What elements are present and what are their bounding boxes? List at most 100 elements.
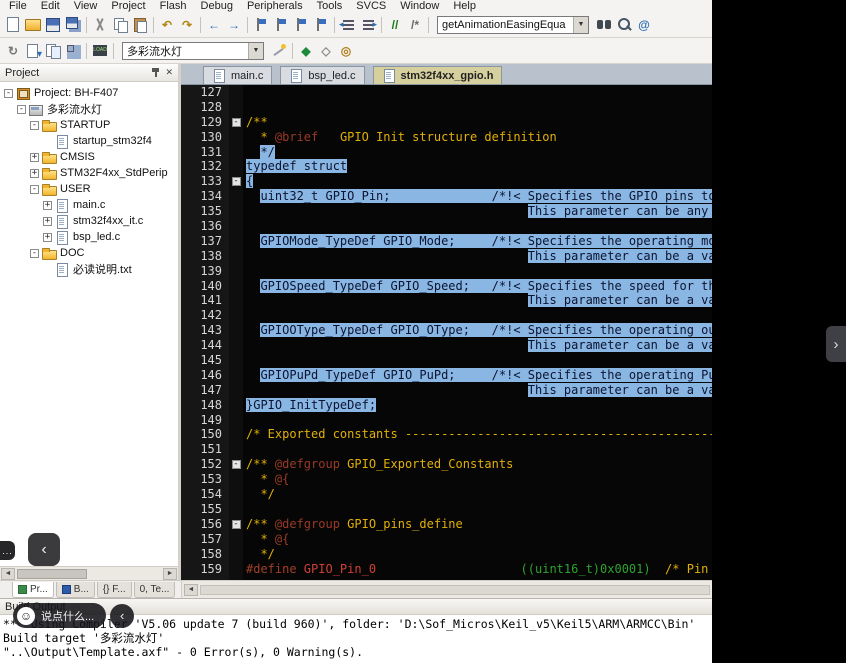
scroll-left-icon[interactable]: ◄	[1, 568, 15, 580]
expand-box-icon[interactable]: +	[30, 169, 39, 178]
code-line[interactable]: 156-/** @defgroup GPIO_pins_define	[181, 517, 712, 532]
code-line[interactable]: 128	[181, 100, 712, 115]
books-dock-tab[interactable]: B...	[56, 582, 95, 598]
diamond-outline-icon[interactable]: ◇	[317, 42, 335, 59]
menu-item-view[interactable]: View	[67, 0, 105, 12]
fold-marker[interactable]: -	[229, 457, 243, 472]
uncomment-icon[interactable]: /*	[406, 16, 424, 33]
tree-item[interactable]: +CMSIS	[0, 149, 178, 165]
code-line[interactable]: 159#define GPIO_Pin_0 ((uint16_t)0x0001)…	[181, 562, 712, 577]
code-line[interactable]: 134 uint32_t GPIO_Pin; /*!< Specifies th…	[181, 189, 712, 204]
menu-item-project[interactable]: Project	[104, 0, 152, 12]
menu-item-edit[interactable]: Edit	[34, 0, 67, 12]
menu-item-window[interactable]: Window	[393, 0, 446, 12]
code-line[interactable]: 150/* Exported constants ---------------…	[181, 427, 712, 442]
code-line[interactable]: 137 GPIOMode_TypeDef GPIO_Mode; /*!< Spe…	[181, 234, 712, 249]
tree-item[interactable]: -STARTUP	[0, 117, 178, 133]
scrollbar-thumb[interactable]	[17, 569, 87, 579]
scrollbar-track[interactable]	[200, 585, 710, 595]
menu-item-peripherals[interactable]: Peripherals	[240, 0, 310, 12]
tree-item[interactable]: -USER	[0, 181, 178, 197]
chevron-down-icon[interactable]: ▼	[573, 17, 588, 33]
tree-item[interactable]: startup_stm32f4	[0, 133, 178, 149]
project-panel-hscrollbar[interactable]: ◄ ►	[0, 566, 178, 580]
code-line[interactable]: 130 * @brief GPIO Init structure definit…	[181, 130, 712, 145]
code-line[interactable]: 127	[181, 85, 712, 100]
code-line[interactable]: 144 This parameter can be a value of @re…	[181, 338, 712, 353]
rebuild-icon[interactable]	[44, 42, 62, 59]
target-select[interactable]: 多彩流水灯 ▼	[122, 42, 264, 60]
code-line[interactable]: 158 */	[181, 547, 712, 562]
configure-icon[interactable]: @	[635, 16, 653, 33]
code-line[interactable]: 149	[181, 413, 712, 428]
search-term-combobox[interactable]: getAnimationEasingEqua ▼	[437, 16, 589, 34]
menu-item-file[interactable]: File	[2, 0, 34, 12]
editor-tab-stm32f4xx_gpio.h[interactable]: stm32f4xx_gpio.h	[373, 66, 503, 84]
fold-marker[interactable]: -	[229, 517, 243, 532]
diamond-green-icon[interactable]: ◆	[297, 42, 315, 59]
navigate-forward-icon[interactable]: →	[225, 16, 243, 33]
code-line[interactable]: 146 GPIOPuPd_TypeDef GPIO_PuPd; /*!< Spe…	[181, 368, 712, 383]
navigate-back-icon[interactable]: ←	[205, 16, 223, 33]
code-line[interactable]: 154 */	[181, 487, 712, 502]
code-line[interactable]: 129-/**	[181, 115, 712, 130]
editor-tab-bsp_led.c[interactable]: bsp_led.c	[280, 66, 364, 84]
code-line[interactable]: 148}GPIO_InitTypeDef;	[181, 398, 712, 413]
code-line[interactable]: 151	[181, 442, 712, 457]
code-line[interactable]: 147 This parameter can be a value of @re…	[181, 383, 712, 398]
tree-item[interactable]: +STM32F4xx_StdPerip	[0, 165, 178, 181]
code-line[interactable]: 157 * @{	[181, 532, 712, 547]
tree-item[interactable]: +bsp_led.c	[0, 229, 178, 245]
code-line[interactable]: 139	[181, 264, 712, 279]
menu-item-help[interactable]: Help	[446, 0, 483, 12]
chat-input-pill[interactable]: ☺ 说点什么...	[13, 603, 106, 628]
code-line[interactable]: 136	[181, 219, 712, 234]
code-line[interactable]: 145	[181, 353, 712, 368]
bookmark-clear-icon[interactable]	[312, 16, 330, 33]
cut-icon[interactable]	[91, 16, 109, 33]
close-icon[interactable]: ✕	[165, 67, 173, 78]
indent-right-icon[interactable]	[359, 16, 377, 33]
code-line[interactable]: 131 */	[181, 145, 712, 160]
target-badge-icon[interactable]: ◎	[337, 42, 355, 59]
expand-box-icon[interactable]: +	[43, 201, 52, 210]
code-area[interactable]: 127128129-/**130 * @brief GPIO Init stru…	[181, 85, 712, 580]
tree-item[interactable]: 必读说明.txt	[0, 261, 178, 277]
fold-marker[interactable]: -	[229, 174, 243, 189]
bookmark-next-icon[interactable]	[292, 16, 310, 33]
editor-hscrollbar[interactable]: ◄	[181, 581, 712, 598]
save-icon[interactable]	[44, 16, 62, 33]
code-line[interactable]: 142	[181, 308, 712, 323]
batch-build-icon[interactable]	[64, 42, 82, 59]
more-options-pill[interactable]: ...	[0, 541, 15, 560]
bookmark-prev-icon[interactable]	[272, 16, 290, 33]
collapse-box-icon[interactable]: -	[30, 121, 39, 130]
tree-item[interactable]: -Project: BH-F407	[0, 85, 178, 101]
collapse-box-icon[interactable]: -	[4, 89, 13, 98]
code-line[interactable]: 141 This parameter can be a value of @re…	[181, 293, 712, 308]
search-icon[interactable]	[615, 16, 633, 33]
code-line[interactable]: 135 This parameter can be any value of @…	[181, 204, 712, 219]
scroll-left-icon[interactable]: ◄	[184, 584, 198, 596]
find-in-files-icon[interactable]	[595, 16, 613, 33]
build-icon[interactable]	[24, 42, 42, 59]
expand-right-panel-button[interactable]: ›	[826, 326, 846, 362]
scroll-right-icon[interactable]: ►	[163, 568, 177, 580]
collapse-box-icon[interactable]: -	[17, 105, 26, 114]
code-line[interactable]: 133-{	[181, 174, 712, 189]
paste-icon[interactable]	[131, 16, 149, 33]
tree-item[interactable]: -多彩流水灯	[0, 101, 178, 117]
editor-tab-main.c[interactable]: main.c	[203, 66, 272, 84]
code-line[interactable]: 132typedef struct	[181, 159, 712, 174]
chat-collapse-button[interactable]: ‹	[110, 604, 134, 628]
expand-box-icon[interactable]: +	[30, 153, 39, 162]
undo-icon[interactable]: ↶	[158, 16, 176, 33]
code-line[interactable]: 152-/** @defgroup GPIO_Exported_Constant…	[181, 457, 712, 472]
flash-download-icon[interactable]	[91, 42, 109, 59]
copy-icon[interactable]	[111, 16, 129, 33]
tree-item[interactable]: +main.c	[0, 197, 178, 213]
functions-dock-tab[interactable]: {} F...	[97, 582, 132, 598]
menu-item-svcs[interactable]: SVCS	[349, 0, 393, 12]
collapse-box-icon[interactable]: -	[30, 249, 39, 258]
project-dock-tab[interactable]: Pr...	[12, 582, 54, 598]
